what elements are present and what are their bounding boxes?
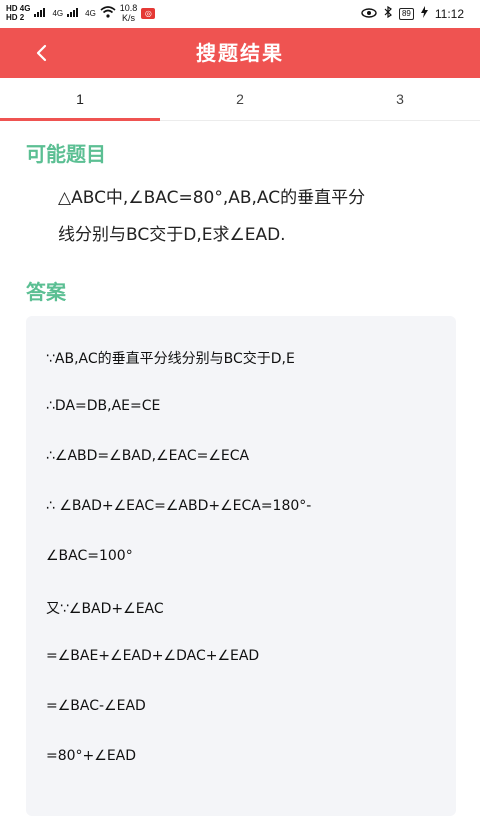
answer-line: ∴DA=DB,AE=CE [46,398,161,414]
status-bar: HD 4G HD 2 4G 4G 10.8 K/s ◎ 89 11:12 [0,0,480,28]
hd-badge-bottom: HD 2 [6,13,25,22]
answer-line: =∠BAC-∠EAD [46,698,146,714]
answer-line: ∴∠ABD=∠BAD,∠EAC=∠ECA [46,448,250,464]
answer-line: 又∵∠BAD+∠EAC [46,601,164,617]
chevron-left-icon [36,44,47,62]
status-right-group: 89 11:12 [361,5,464,21]
back-button[interactable] [28,38,58,68]
answer-line: =∠BAE+∠EAD+∠DAC+∠EAD [46,648,260,664]
answer-line: ∵AB,AC的垂直平分线分别与BC交于D,E [46,351,295,367]
speed-unit: K/s [122,13,136,23]
network-speed: 10.8 K/s [120,3,138,23]
notification-app-icon: ◎ [141,7,156,19]
question-section-title: 可能题目 [26,142,106,166]
tab-3[interactable]: 3 [320,78,480,120]
status-time: 11:12 [434,6,464,21]
signal-icon-2 [67,6,81,20]
speed-value: 10.8 [119,3,138,13]
question-line: 线分别与BC交于D,E求∠EAD. [58,225,286,245]
bluetooth-icon [384,5,392,21]
answer-line: =80°+∠EAD [46,748,137,764]
signal-icon [34,6,48,20]
question-text: △ABC中,∠BAC=80°,AB,AC的垂直平分 线分别与BC交于D,E求∠E… [58,180,438,254]
app-header: 搜题结果 [0,28,480,78]
network-badges: HD 4G HD 2 [6,4,30,22]
tab-1[interactable]: 1 [0,78,160,121]
signal-label-2: 4G [85,8,96,18]
tab-2[interactable]: 2 [160,78,320,120]
wifi-icon [100,5,116,21]
question-line: △ABC中,∠BAC=80°,AB,AC的垂直平分 [58,188,366,208]
answer-section-title: 答案 [26,280,66,304]
page-title: 搜题结果 [196,41,284,65]
answer-line: ∴ ∠BAD+∠EAC=∠ABD+∠ECA=180°- [46,498,312,514]
battery-icon: 89 [398,7,414,20]
signal-label-1: 4G [52,8,64,18]
answer-line: ∠BAC=100° [46,548,133,564]
hd-badge-top: HD 4G [6,4,31,13]
eye-icon [361,7,377,21]
answer-box: ∵AB,AC的垂直平分线分别与BC交于D,E ∴DA=DB,AE=CE ∴∠AB… [26,316,456,816]
result-tabs: 1 2 3 [0,78,480,121]
status-left-group: HD 4G HD 2 4G 4G 10.8 K/s ◎ [6,3,156,23]
charging-icon [420,6,428,21]
